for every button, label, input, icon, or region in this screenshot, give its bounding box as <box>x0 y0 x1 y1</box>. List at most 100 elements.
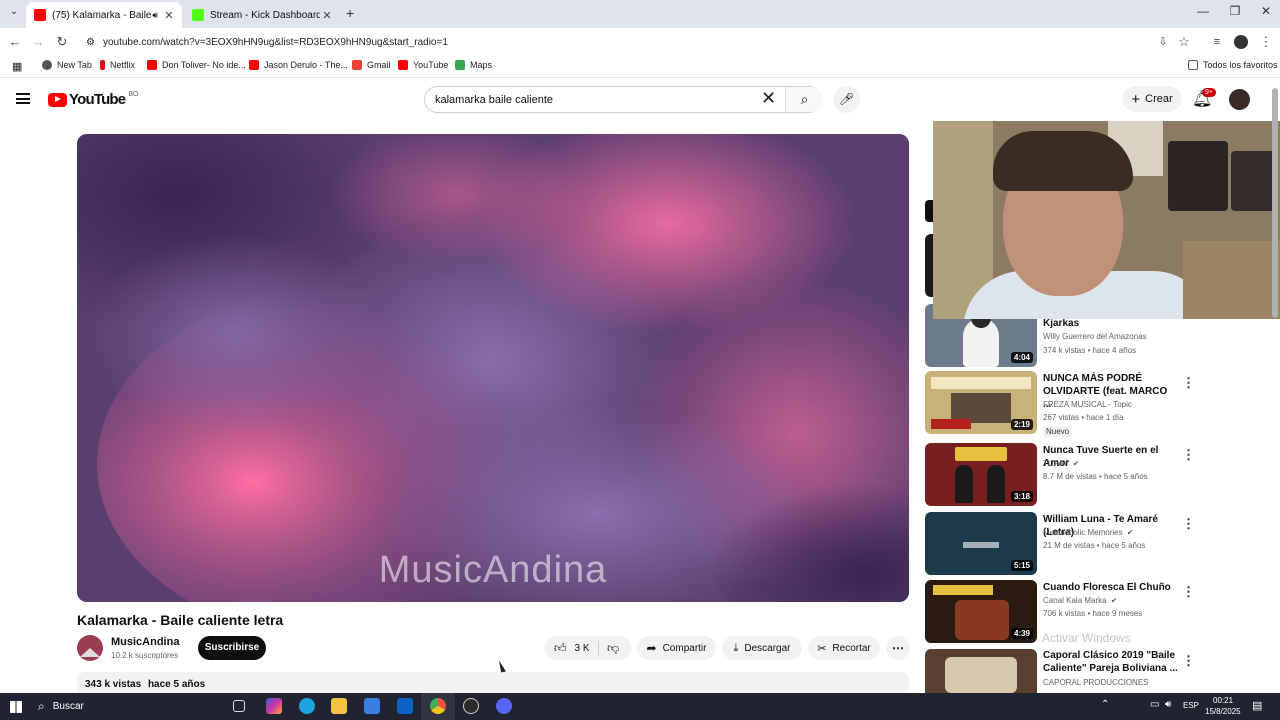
video-title[interactable]: Caporal Clásico 2019 "Baile Caliente" Pa… <box>1043 649 1178 675</box>
clouds-video-frame <box>77 134 909 602</box>
media-control-icon[interactable]: ≡ <box>1208 33 1226 51</box>
bookmark-star-icon[interactable]: ☆ <box>1175 33 1193 51</box>
close-window-icon[interactable]: ✕ <box>1251 4 1280 22</box>
windows-start-icon[interactable] <box>10 701 22 713</box>
related-video-card[interactable]: 2:19 NUNCA MÁS PODRÉ OLVIDARTE (feat. MA… <box>925 371 1280 437</box>
account-avatar[interactable] <box>1229 89 1250 110</box>
related-video-card[interactable]: 3:18 Nunca Tuve Suerte en el Amor ⋮ TUPA… <box>925 443 1280 507</box>
dislike-button[interactable]: 👎︎ <box>599 641 619 656</box>
speaker-icon[interactable]: 🔊︎ <box>152 10 158 21</box>
bookmark-netflix[interactable]: Netflix <box>100 60 135 70</box>
channel-name[interactable]: Canal Kala Marka ✔ <box>1043 596 1118 605</box>
new-tab-icon[interactable]: + <box>346 5 354 21</box>
related-video-card[interactable]: 5:15 William Luna - Te Amaré (Letra) ⋮ M… <box>925 512 1280 576</box>
site-info-icon[interactable]: ⚙ <box>86 37 95 48</box>
voice-search-icon[interactable]: 🎤︎ <box>833 86 860 113</box>
channel-name[interactable]: CAPORAL PRODUCCIONES <box>1043 678 1149 687</box>
bookmark-jason-derulo[interactable]: Jason Derulo - The... <box>249 60 348 70</box>
related-video-card[interactable]: Caporal Clásico 2019 "Baile Caliente" Pa… <box>925 649 1280 693</box>
taskbar-search[interactable]: ⌕ Buscar <box>32 694 227 719</box>
share-button[interactable]: ➦ Compartir <box>637 636 716 660</box>
search-input[interactable] <box>435 93 755 106</box>
video-meta: 706 k vistas • hace 9 meses <box>1043 609 1143 618</box>
bookmark-maps[interactable]: Maps <box>455 60 492 70</box>
more-options-icon[interactable]: ⋮ <box>1182 447 1195 463</box>
video-player[interactable]: MusicAndina <box>77 134 909 602</box>
bookmark-don-toliver[interactable]: Don Toliver- No ide... <box>147 60 246 70</box>
all-bookmarks[interactable]: Todos los favoritos <box>1188 60 1278 70</box>
copilot-icon[interactable] <box>266 698 282 714</box>
download-icon: ⤓ <box>733 641 739 654</box>
video-title[interactable]: Cuando Floresca El Chuño <box>1043 581 1178 594</box>
hamburger-menu-icon[interactable] <box>16 93 30 104</box>
video-thumbnail[interactable]: 2:19 <box>925 371 1037 434</box>
video-thumbnail[interactable]: 5:15 <box>925 512 1037 575</box>
address-bar[interactable]: ⚙ youtube.com/watch?v=3EOX9hHN9ug&list=R… <box>80 31 1200 53</box>
channel-avatar[interactable] <box>77 635 103 661</box>
duration-badge: 5:15 <box>1010 560 1033 571</box>
bookmark-youtube[interactable]: YouTube <box>398 60 448 70</box>
kick-favicon-icon <box>192 9 204 21</box>
more-options-icon[interactable]: ⋮ <box>1182 375 1195 391</box>
channel-name[interactable]: TUPAY ✔ <box>1043 459 1079 468</box>
restore-icon[interactable]: ❐ <box>1220 4 1250 22</box>
close-tab-icon[interactable]: ✕ <box>320 9 334 22</box>
edge-icon[interactable] <box>299 698 315 714</box>
bookmark-gmail[interactable]: Gmail <box>352 60 391 70</box>
apps-grid-icon[interactable]: ▦ <box>12 60 22 73</box>
notifications-icon[interactable]: ▤ <box>1252 699 1262 712</box>
clear-search-icon[interactable]: ✕ <box>761 88 776 109</box>
duration-badge: 4:39 <box>1010 628 1033 639</box>
channel-name[interactable]: FREZA MUSICAL - Topic <box>1043 400 1132 409</box>
profile-avatar[interactable] <box>1234 35 1248 49</box>
bookmark-label: Gmail <box>367 60 391 70</box>
search-button[interactable]: ⌕ <box>785 87 823 112</box>
clock-date[interactable]: 15/8/2025 <box>1205 707 1241 716</box>
channel-name[interactable]: Melancholic Memories ✔ <box>1043 528 1134 537</box>
more-options-icon[interactable]: ⋮ <box>1182 584 1195 600</box>
thumbnail-dancers <box>945 657 1017 693</box>
minimize-icon[interactable]: — <box>1188 4 1218 22</box>
tab-kick[interactable]: Stream - Kick Dashboard ✕ <box>184 2 340 28</box>
reload-icon[interactable]: ↻ <box>53 33 71 51</box>
store-icon[interactable] <box>364 698 380 714</box>
menu-dots-icon[interactable]: ⋮ <box>1257 33 1275 51</box>
task-view-icon[interactable] <box>233 700 245 712</box>
webcam-person-hair <box>993 131 1133 191</box>
page-scrollbar[interactable] <box>1272 88 1278 318</box>
clip-label: Recortar <box>832 642 871 654</box>
activate-windows-watermark: Activar Windows <box>1042 631 1131 645</box>
tab-search-button[interactable]: ⌄ <box>6 6 22 22</box>
language-indicator[interactable]: ESP <box>1183 701 1199 710</box>
channel-name[interactable]: MusicAndina <box>111 636 179 648</box>
download-button[interactable]: ⤓ Descargar <box>722 636 802 660</box>
show-hidden-icons[interactable]: ⌃ <box>1101 699 1109 710</box>
clock-time[interactable]: 00:21 <box>1213 696 1233 705</box>
subscribe-button[interactable]: Suscribirse <box>198 636 266 660</box>
file-explorer-icon[interactable] <box>331 698 347 714</box>
volume-icon[interactable]: 🔊︎ <box>1165 699 1171 710</box>
more-options-icon[interactable]: ⋮ <box>1182 653 1195 669</box>
close-tab-icon[interactable]: ✕ <box>162 9 176 22</box>
video-thumbnail[interactable]: 4:39 <box>925 580 1037 643</box>
channel-name[interactable]: Willy Guerrero del Amazonas <box>1043 332 1147 341</box>
bookmark-new-tab[interactable]: New Tab <box>42 60 92 70</box>
forward-icon[interactable]: → <box>29 33 47 51</box>
tab-youtube[interactable]: (75) Kalamarka - Baile calie 🔊︎ ✕ <box>26 2 182 28</box>
discord-icon[interactable] <box>496 698 512 714</box>
obs-icon[interactable] <box>463 698 479 714</box>
back-icon[interactable]: ← <box>6 33 24 51</box>
more-options-icon[interactable]: ⋮ <box>1182 516 1195 532</box>
video-thumbnail[interactable]: 3:18 <box>925 443 1037 506</box>
outlook-icon[interactable] <box>397 698 413 714</box>
youtube-logo[interactable]: YouTube BO <box>48 91 138 108</box>
create-button[interactable]: + Crear <box>1122 86 1182 112</box>
like-button[interactable]: 👍︎ 3 K <box>545 640 599 656</box>
network-icon[interactable]: ▭ <box>1150 699 1159 710</box>
install-app-icon[interactable]: ⇩ <box>1154 33 1172 51</box>
video-meta: 8.7 M de vistas • hace 5 años <box>1043 472 1148 481</box>
thumbs-down-icon: 👎︎ <box>607 640 620 655</box>
clip-button[interactable]: ✂ Recortar <box>808 636 880 660</box>
video-thumbnail[interactable] <box>925 649 1037 693</box>
more-actions-button[interactable]: ⋯ <box>886 636 910 660</box>
